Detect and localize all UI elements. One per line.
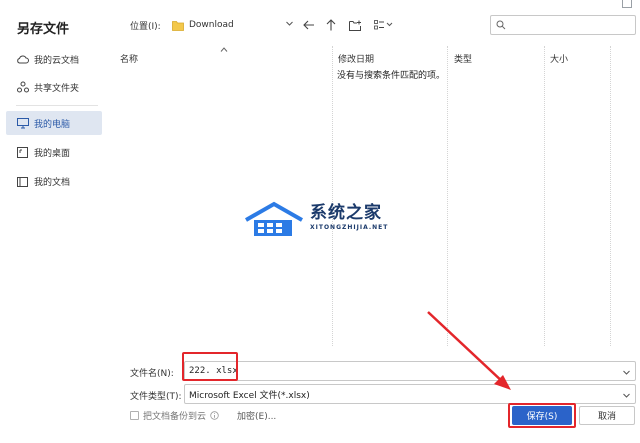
sidebar-item-label: 我的云文档: [34, 55, 80, 66]
sidebar-separator: [16, 105, 98, 106]
watermark-logo-icon: [245, 201, 303, 236]
backup-label: 把文档备份到云: [143, 412, 207, 422]
search-input[interactable]: [510, 20, 630, 30]
save-highlight: [508, 403, 576, 428]
sidebar-item-shared-folder[interactable]: 共享文件夹: [6, 75, 102, 99]
new-folder-icon: [349, 20, 361, 31]
sidebar-item-my-documents[interactable]: 我的文档: [6, 169, 102, 193]
dialog-title: 另存文件: [17, 22, 70, 37]
search-box[interactable]: [490, 15, 636, 35]
sort-caret-icon: [220, 47, 228, 52]
search-icon: [496, 20, 506, 30]
column-divider: [610, 46, 611, 346]
column-header-name[interactable]: 名称: [120, 52, 138, 65]
watermark-text: 系统之家: [310, 203, 382, 223]
chevron-down-icon: [623, 393, 630, 398]
location-value: Download: [189, 20, 234, 30]
backup-checkbox[interactable]: [130, 411, 139, 420]
sidebar-item-my-desktop[interactable]: 我的桌面: [6, 140, 102, 164]
filetype-value: Microsoft Excel 文件(*.xlsx): [189, 390, 310, 401]
window-close-box[interactable]: [622, 0, 632, 8]
watermark-url: XITONGZHIJIA.NET: [310, 224, 389, 231]
file-list[interactable]: 名称 修改日期 类型 大小: [114, 46, 636, 346]
sidebar-item-my-computer[interactable]: 我的电脑: [6, 111, 102, 135]
sidebar-item-label: 我的文档: [34, 177, 71, 188]
empty-message: 没有与搜索条件匹配的项。: [337, 71, 446, 81]
cancel-button[interactable]: 取消: [579, 406, 635, 425]
column-header-type[interactable]: 类型: [454, 52, 472, 65]
cloud-icon: [16, 53, 29, 66]
filetype-select[interactable]: Microsoft Excel 文件(*.xlsx): [184, 384, 636, 404]
column-divider: [544, 46, 545, 346]
encrypt-link[interactable]: 加密(E)...: [237, 409, 276, 422]
chevron-down-icon: [623, 370, 630, 375]
filename-field[interactable]: [184, 361, 636, 381]
back-button[interactable]: [300, 15, 318, 35]
location-dropdown[interactable]: Download: [168, 14, 296, 36]
list-view-icon: [374, 20, 393, 30]
sidebar-item-label: 我的电脑: [34, 119, 71, 130]
arrow-left-icon: [303, 20, 314, 30]
folder-icon: [172, 20, 184, 31]
column-header-modified[interactable]: 修改日期: [338, 52, 374, 65]
computer-icon: [16, 117, 29, 130]
backup-to-cloud-option[interactable]: 把文档备份到云: [130, 409, 219, 422]
documents-icon: [16, 175, 29, 188]
column-header-size[interactable]: 大小: [550, 52, 568, 65]
sidebar-item-label: 我的桌面: [34, 148, 71, 159]
sidebar-item-cloud-docs[interactable]: 我的云文档: [6, 47, 102, 71]
sidebar-item-label: 共享文件夹: [34, 83, 80, 94]
filetype-label: 文件类型(T):: [130, 392, 182, 402]
up-button[interactable]: [322, 15, 340, 35]
filename-label: 文件名(N):: [130, 369, 174, 379]
location-label: 位置(I):: [130, 22, 161, 32]
column-divider: [332, 46, 333, 346]
info-icon[interactable]: [210, 411, 219, 420]
new-folder-button[interactable]: [346, 15, 364, 35]
arrow-up-icon: [326, 19, 336, 31]
filename-input[interactable]: [189, 366, 589, 376]
share-icon: [16, 81, 29, 94]
desktop-icon: [16, 146, 29, 159]
column-divider: [447, 46, 448, 346]
view-mode-button[interactable]: [371, 15, 397, 35]
filename-highlight: [182, 352, 238, 381]
chevron-down-icon: [286, 21, 293, 26]
watermark: 系统之家 XITONGZHIJIA.NET: [242, 198, 402, 242]
